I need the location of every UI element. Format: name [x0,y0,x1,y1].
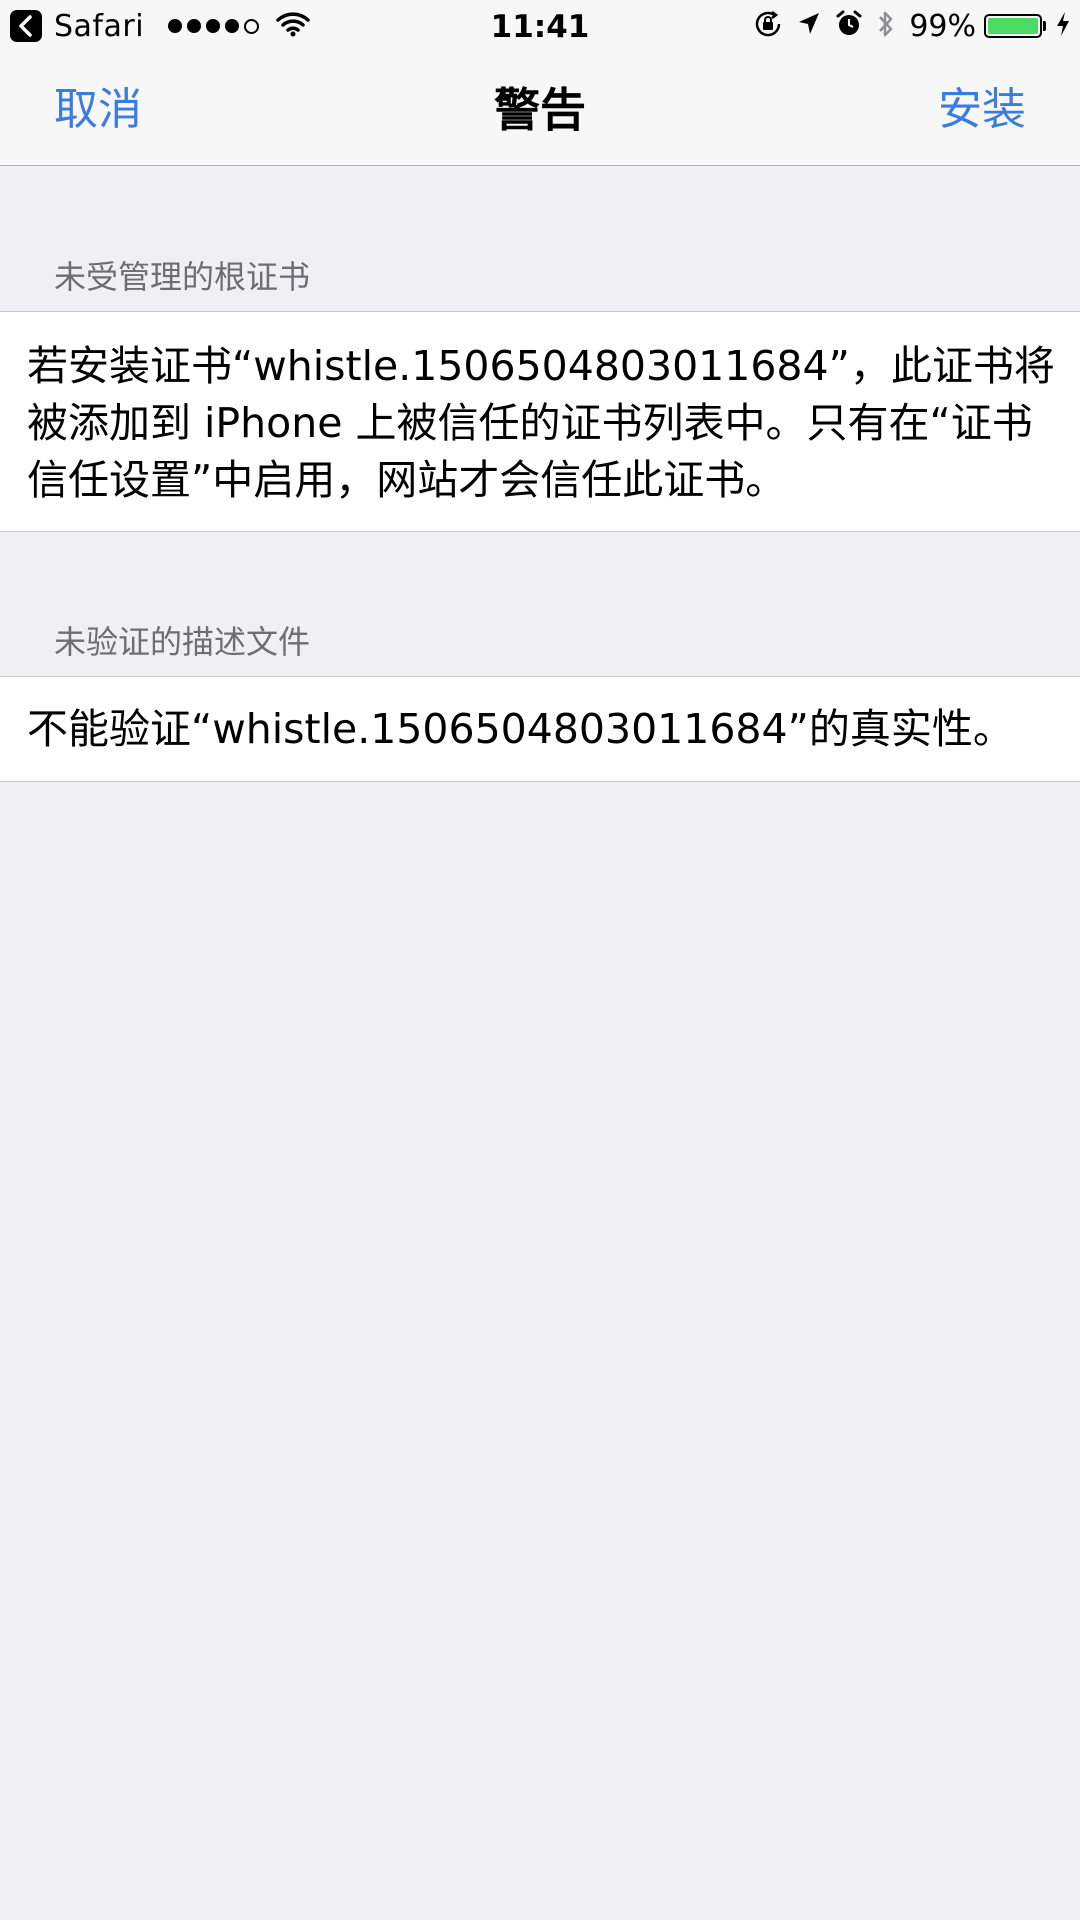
unmanaged-root-cert-text: 若安装证书“whistle.1506504803011684”，此证书将被添加到… [27,342,1055,504]
signal-dot [187,19,202,33]
status-bar: Safari 11:41 99% [0,0,1080,54]
unverified-profile-cell: 不能验证“whistle.1506504803011684”的真实性。 [0,676,1080,782]
location-icon [797,11,821,41]
battery-percent: 99% [909,8,976,44]
navigation-bar: 取消 警告 安装 [0,54,1080,166]
wifi-icon [276,11,310,41]
section-header-unmanaged-root-cert: 未受管理的根证书 [54,258,311,296]
battery-icon [984,14,1042,38]
cancel-button[interactable]: 取消 [54,54,142,166]
back-arrow-icon[interactable] [10,10,42,42]
bluetooth-icon [877,9,895,43]
battery-cap [1043,21,1046,31]
cellular-signal-icon [168,18,264,34]
signal-dot-empty [244,18,260,34]
section-header-unverified-profile: 未验证的描述文件 [54,623,311,661]
battery-fill [988,18,1038,34]
signal-dot [225,19,240,33]
signal-dot [168,19,183,33]
page-title: 警告 [494,83,586,137]
status-bar-left: Safari [10,8,310,44]
install-button[interactable]: 安装 [938,54,1026,166]
rotation-lock-icon [753,9,783,43]
back-to-app-label[interactable]: Safari [54,9,144,44]
alarm-icon [835,10,863,42]
status-bar-right: 99% [739,8,1070,44]
charging-icon [1056,11,1070,41]
signal-dot [206,19,221,33]
unmanaged-root-cert-cell: 若安装证书“whistle.1506504803011684”，此证书将被添加到… [0,311,1080,532]
unverified-profile-text: 不能验证“whistle.1506504803011684”的真实性。 [27,705,1014,753]
